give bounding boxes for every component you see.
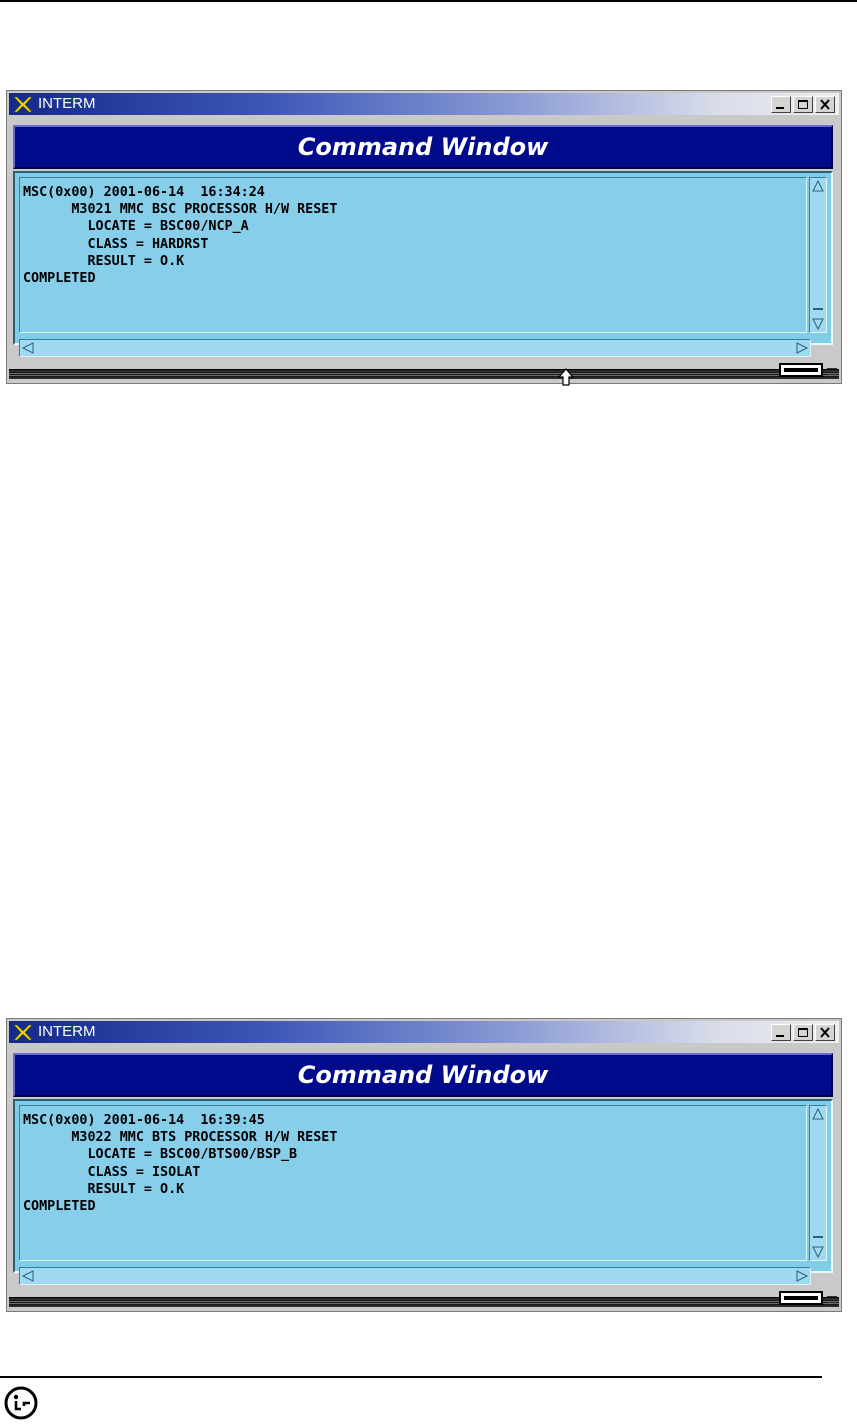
command-window-header: Command Window <box>13 1053 833 1097</box>
arrow-right-icon[interactable] <box>795 341 809 355</box>
output-line: COMPLETED <box>23 271 96 287</box>
minimize-icon <box>776 107 784 109</box>
horizontal-scrollbar[interactable] <box>19 339 811 357</box>
app-title: INTERM <box>38 95 96 112</box>
input-box-fill <box>784 368 818 372</box>
maximize-icon <box>798 1028 808 1037</box>
close-icon <box>820 99 830 110</box>
vertical-scrollbar[interactable] <box>809 177 827 333</box>
maximize-button[interactable] <box>793 96 813 113</box>
arrow-left-icon[interactable] <box>21 341 35 355</box>
command-window-title: Command Window <box>297 133 549 161</box>
vertical-scrollbar[interactable] <box>809 1105 827 1261</box>
minimize-button[interactable] <box>771 96 791 113</box>
page-top-rule <box>0 0 857 2</box>
input-box-fill <box>784 1296 818 1300</box>
arrow-down-icon[interactable] <box>811 1245 825 1259</box>
arrow-down-icon[interactable] <box>811 317 825 331</box>
grip-icon[interactable] <box>827 1295 837 1303</box>
scroll-mark <box>813 308 823 310</box>
command-output-area[interactable]: MSC(0x00) 2001-06-14 16:39:45 M3022 MMC … <box>19 1105 807 1261</box>
output-line: CLASS = HARDRST <box>23 236 209 252</box>
output-line: RESULT = O.K <box>23 253 185 269</box>
output-line: CLASS = ISOLAT <box>23 1164 201 1180</box>
strip-lines <box>9 372 839 377</box>
command-window-title: Command Window <box>297 1061 549 1089</box>
output-line: COMPLETED <box>23 1199 96 1215</box>
output-line: LOCATE = BSC00/NCP_A <box>23 219 249 235</box>
close-button[interactable] <box>815 96 835 113</box>
minimize-button[interactable] <box>771 1024 791 1041</box>
command-output-text: MSC(0x00) 2001-06-14 16:34:24 M3021 MMC … <box>20 178 806 287</box>
command-output-text: MSC(0x00) 2001-06-14 16:39:45 M3022 MMC … <box>20 1106 806 1215</box>
arrow-right-icon[interactable] <box>795 1269 809 1283</box>
output-line: LOCATE = BSC00/BTS00/BSP_B <box>23 1147 298 1163</box>
title-bar[interactable]: INTERM <box>9 1021 839 1043</box>
x-window-icon <box>13 96 33 113</box>
scroll-mark <box>813 1236 823 1238</box>
arrow-left-icon[interactable] <box>21 1269 35 1283</box>
input-strip[interactable] <box>9 369 839 379</box>
arrow-up-icon[interactable] <box>811 1107 825 1121</box>
output-line: M3021 MMC BSC PROCESSOR H/W RESET <box>23 202 338 218</box>
grip-icon[interactable] <box>827 367 837 375</box>
input-box[interactable] <box>779 1291 823 1305</box>
app-title: INTERM <box>38 1023 96 1040</box>
lg-logo-icon <box>4 1386 38 1420</box>
interm-window-2: INTERM Command Window MSC(0x00) 2001-06-… <box>6 1018 842 1312</box>
x-window-icon <box>13 1024 33 1041</box>
maximize-icon <box>798 100 808 109</box>
output-frame: MSC(0x00) 2001-06-14 16:39:45 M3022 MMC … <box>13 1099 833 1285</box>
command-output-area[interactable]: MSC(0x00) 2001-06-14 16:34:24 M3021 MMC … <box>19 177 807 333</box>
title-bar[interactable]: INTERM <box>9 93 839 115</box>
input-strip[interactable] <box>9 1297 839 1307</box>
maximize-button[interactable] <box>793 1024 813 1041</box>
output-line: RESULT = O.K <box>23 1181 185 1197</box>
close-icon <box>820 1027 830 1038</box>
input-box[interactable] <box>779 363 823 377</box>
output-line: MSC(0x00) 2001-06-14 16:34:24 <box>23 185 265 200</box>
output-line: MSC(0x00) 2001-06-14 16:39:45 <box>23 1113 265 1128</box>
horizontal-scrollbar[interactable] <box>19 1267 811 1285</box>
strip-lines <box>9 1300 839 1305</box>
output-frame: MSC(0x00) 2001-06-14 16:34:24 M3021 MMC … <box>13 171 833 357</box>
cursor-arrow-icon <box>558 368 574 386</box>
output-line: M3022 MMC BTS PROCESSOR H/W RESET <box>23 1130 338 1146</box>
minimize-icon <box>776 1035 784 1037</box>
close-button[interactable] <box>815 1024 835 1041</box>
arrow-up-icon[interactable] <box>811 179 825 193</box>
page-bottom-rule <box>0 1376 822 1378</box>
interm-window-1: INTERM Command Window MSC(0x00) 2001-06-… <box>6 90 842 384</box>
command-window-header: Command Window <box>13 125 833 169</box>
